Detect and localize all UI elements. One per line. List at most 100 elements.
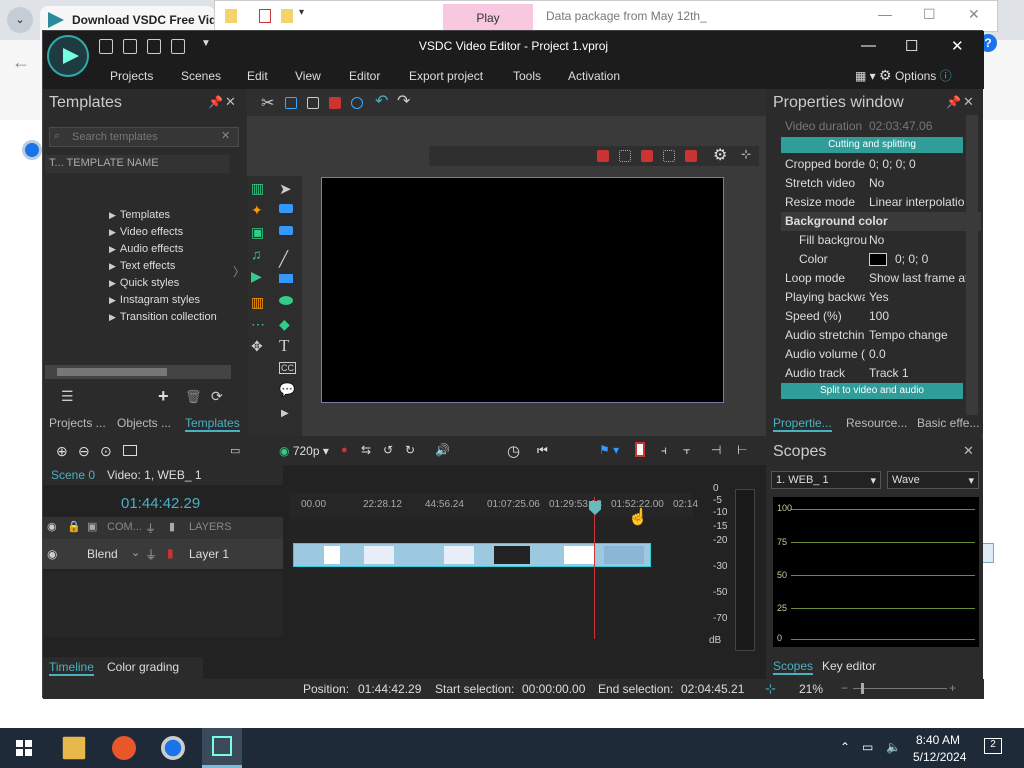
zoom-out-icon[interactable]: − <box>841 681 848 695</box>
property-row[interactable]: Resize mode Linear interpolatio <box>781 193 981 212</box>
timeline-track[interactable] <box>289 517 693 637</box>
clock-time[interactable]: 8:40 AM <box>916 733 960 747</box>
chevron-down-icon[interactable]: ▾ <box>299 7 311 21</box>
property-value[interactable]: 0; 0; 0 <box>895 252 995 266</box>
notification-icon[interactable]: 2 <box>984 738 1002 754</box>
scroll-arrow-icon[interactable]: 〉 <box>233 263 245 280</box>
property-row[interactable]: Video duration 02:03:47.06 <box>781 117 981 136</box>
blend-icon[interactable]: ▣ <box>87 520 97 533</box>
template-tree-item[interactable]: ▶ Text effects <box>109 260 175 272</box>
property-row[interactable]: Color 0; 0; 0 <box>781 250 981 269</box>
menu-scenes[interactable]: Scenes <box>181 69 221 83</box>
text-icon[interactable]: T <box>279 336 289 356</box>
audio-icon[interactable]: ♫ <box>251 246 262 262</box>
restart-icon[interactable]: ↻ <box>405 443 415 457</box>
maximize-icon[interactable]: ☐ <box>905 37 918 55</box>
tab-objects[interactable]: Objects ... <box>117 416 171 430</box>
pointer-icon[interactable]: ➤ <box>279 180 292 198</box>
path-icon[interactable]: ⋯ <box>251 316 265 333</box>
snap2-icon[interactable] <box>685 150 697 162</box>
property-row[interactable]: Cropped borde 0; 0; 0; 0 <box>781 155 981 174</box>
preview-canvas[interactable] <box>321 177 724 403</box>
cutting-splitting-button[interactable]: Cutting and splitting <box>781 137 963 153</box>
tab-color-grading[interactable]: Color grading <box>107 660 179 674</box>
close-icon[interactable]: ✕ <box>225 94 236 110</box>
property-row[interactable]: Stretch video No <box>781 174 981 193</box>
snap-right-icon[interactable]: ⊢ <box>737 443 747 457</box>
volume-muted-icon[interactable]: 🔈 <box>886 740 901 754</box>
playhead[interactable] <box>594 497 595 639</box>
vsdc-logo-icon[interactable] <box>47 35 89 77</box>
snap-icon[interactable] <box>597 150 609 162</box>
guides-icon[interactable] <box>641 150 653 162</box>
split-icon[interactable]: ⫞ <box>661 443 667 458</box>
clock-icon[interactable]: ◷ <box>507 442 520 460</box>
minimize-icon[interactable]: — <box>861 37 876 54</box>
template-tree-item[interactable]: ▶ Quick styles <box>109 277 179 289</box>
tray-chevron-icon[interactable]: ⌃ <box>840 740 850 754</box>
expand-arrow-icon[interactable]: ▶ <box>109 295 116 305</box>
property-row[interactable]: Loop mode Show last frame at <box>781 269 981 288</box>
preview-settings-icon[interactable]: ⚙ <box>713 145 727 165</box>
zoom-100-icon[interactable]: ⊙ <box>100 443 112 460</box>
cut-icon[interactable]: ✂ <box>261 93 274 113</box>
select-all-icon[interactable] <box>351 97 363 109</box>
audio-level-icon[interactable]: ▮ <box>167 546 174 560</box>
menu-view[interactable]: View <box>295 69 321 83</box>
property-value[interactable]: No <box>869 176 969 190</box>
template-tree-item[interactable]: ▶ Audio effects <box>109 243 183 255</box>
quick-access-dropdown-icon[interactable]: ▼ <box>201 38 211 49</box>
scrollbar-thumb[interactable] <box>57 368 167 376</box>
zoom-in-icon[interactable]: + <box>949 681 956 695</box>
blend-mode-label[interactable]: Blend <box>87 547 118 561</box>
list-icon[interactable]: ☰ <box>61 388 74 405</box>
tab-scopes[interactable]: Scopes <box>773 659 814 675</box>
menu-editor[interactable]: Editor <box>349 69 380 83</box>
close-icon[interactable]: ✕ <box>963 94 974 110</box>
subtitles-icon[interactable]: CC <box>279 362 296 374</box>
fit-timeline-icon[interactable] <box>123 445 137 456</box>
ellipse-icon[interactable] <box>279 296 293 305</box>
callout-icon[interactable]: 💬 <box>279 382 295 398</box>
split-audio-video-button[interactable]: Split to video and audio <box>781 383 963 399</box>
record-icon[interactable]: ● <box>341 444 348 456</box>
fit-view-icon[interactable]: ⊹ <box>741 147 751 161</box>
layout-icon[interactable]: ▦ ▾ <box>855 69 876 83</box>
close-icon[interactable]: ✕ <box>951 37 964 55</box>
property-value[interactable]: Show last frame at <box>869 271 969 285</box>
spectrum-icon[interactable]: ▥ <box>251 294 264 311</box>
redo-icon[interactable]: ↷ <box>397 91 410 111</box>
property-value[interactable]: Linear interpolatio <box>869 195 969 209</box>
tab-key-editor[interactable]: Key editor <box>822 659 876 673</box>
loop-icon[interactable]: ⇆ <box>361 443 371 457</box>
menu-activation[interactable]: Activation <box>568 69 620 83</box>
zoom-slider[interactable] <box>853 688 947 689</box>
volume-icon[interactable]: 🔊 <box>435 443 450 457</box>
tab-list-button[interactable]: ⌄ <box>7 7 33 33</box>
zoom-in-icon[interactable]: ⊕ <box>56 443 68 460</box>
windows-start-icon[interactable] <box>16 740 32 756</box>
property-value[interactable]: No <box>869 233 969 247</box>
save-icon[interactable] <box>147 39 161 54</box>
export-icon[interactable] <box>171 39 185 54</box>
vsdc-taskbar-icon[interactable] <box>202 728 242 768</box>
expand-arrow-icon[interactable]: ▶ <box>109 244 116 254</box>
animation-icon[interactable]: ✦ <box>251 202 263 219</box>
property-row[interactable]: Background color <box>781 212 981 231</box>
tab-properties[interactable]: Propertie... <box>773 416 832 432</box>
menu-tools[interactable]: Tools <box>513 69 541 83</box>
new-project-icon[interactable] <box>99 39 113 54</box>
snap-left-icon[interactable]: ⊣ <box>711 443 721 457</box>
property-value[interactable]: 0; 0; 0; 0 <box>869 157 969 171</box>
paste-icon[interactable] <box>307 97 319 109</box>
template-tree-item[interactable]: ▶ Video effects <box>109 226 183 238</box>
network-icon[interactable]: ▭ <box>862 740 873 754</box>
lock-icon[interactable]: 🔒 <box>67 520 81 533</box>
expand-arrow-icon[interactable]: ▶ <box>109 210 116 220</box>
close-icon[interactable]: ✕ <box>963 443 974 459</box>
layer-row[interactable]: ◉ Blend ⌄ ⏚ ▮ Layer 1 <box>43 539 283 569</box>
property-value[interactable]: Track 1 <box>869 366 969 380</box>
add-icon[interactable]: + <box>158 386 169 407</box>
video-icon[interactable]: ▶ <box>251 268 262 285</box>
menu-projects[interactable]: Projects <box>110 69 153 83</box>
